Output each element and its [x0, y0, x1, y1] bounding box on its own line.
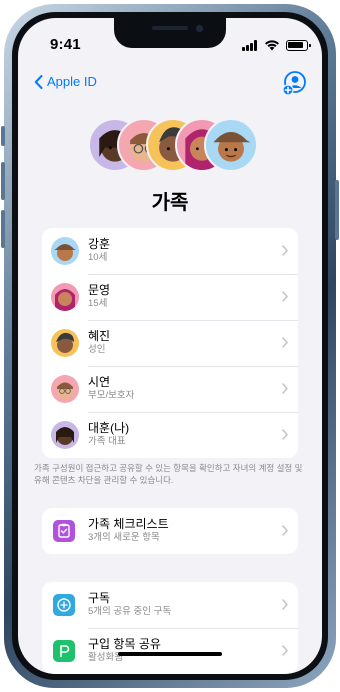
member-name: 혜진 [88, 329, 111, 343]
purchase-sharing-row[interactable]: 구입 항목 공유 활성화됨 [42, 628, 298, 674]
avatar [204, 118, 258, 172]
member-role: 성인 [88, 344, 106, 355]
member-row-hyejin[interactable]: 혜진 성인 [42, 320, 298, 366]
subscriptions-row[interactable]: 구독 5개의 공유 중인 구독 [42, 582, 298, 628]
home-indicator[interactable] [118, 652, 222, 656]
subscription-icon [53, 594, 75, 616]
back-button[interactable]: Apple ID [34, 74, 97, 89]
family-avatars [88, 118, 258, 176]
chevron-left-icon [34, 74, 43, 89]
subscriptions-title: 구독 [88, 591, 111, 605]
power-button [335, 180, 339, 240]
members-footer-note: 가족 구성원이 접근하고 공유할 수 있는 항목을 확인하고 자녀의 계정 설정… [34, 463, 303, 485]
family-checklist-section: 가족 체크리스트 3개의 새로운 항목 [42, 508, 298, 554]
chevron-right-icon [282, 525, 288, 536]
add-family-member-icon[interactable] [282, 70, 308, 96]
notch [114, 18, 226, 48]
navigation-bar: Apple ID [18, 70, 322, 100]
avatar [51, 237, 79, 265]
screen: 9:41 Apple ID 가족 강훈 10세 문영 15세 혜진 성인 시연 … [18, 18, 322, 674]
status-time: 9:41 [50, 36, 81, 53]
chevron-right-icon [282, 383, 288, 394]
chevron-right-icon [282, 599, 288, 610]
checklist-subtitle: 3개의 새로운 항목 [88, 532, 160, 543]
chevron-right-icon [282, 645, 288, 656]
member-role: 부모/보호자 [88, 390, 135, 401]
avatar [51, 375, 79, 403]
member-row-kanghun[interactable]: 강훈 10세 [42, 228, 298, 274]
member-row-daehun[interactable]: 대훈(나) 가족 대표 [42, 412, 298, 458]
purchase-sharing-title: 구입 항목 공유 [88, 637, 161, 651]
member-name: 대훈(나) [88, 421, 130, 435]
chevron-right-icon [282, 429, 288, 440]
family-checklist-row[interactable]: 가족 체크리스트 3개의 새로운 항목 [42, 508, 298, 554]
family-members-list: 강훈 10세 문영 15세 혜진 성인 시연 부모/보호자 대훈(나) 가족 대… [42, 228, 298, 458]
avatar [51, 329, 79, 357]
member-row-siyeon[interactable]: 시연 부모/보호자 [42, 366, 298, 412]
member-role: 가족 대표 [88, 436, 126, 447]
member-name: 문영 [88, 283, 111, 297]
battery-icon [286, 40, 311, 51]
chevron-right-icon [282, 337, 288, 348]
checklist-icon [53, 520, 75, 542]
member-row-moonyoung[interactable]: 문영 15세 [42, 274, 298, 320]
volume-up-button [1, 162, 5, 200]
back-button-label: Apple ID [47, 74, 97, 89]
mute-switch [1, 126, 5, 146]
page-title: 가족 [151, 192, 189, 214]
avatar [51, 283, 79, 311]
chevron-right-icon [282, 291, 288, 302]
volume-down-button [1, 210, 5, 248]
avatar [51, 421, 79, 449]
sharing-section: 구독 5개의 공유 중인 구독 구입 항목 공유 활성화됨 [42, 582, 298, 674]
member-name: 강훈 [88, 237, 111, 251]
checklist-title: 가족 체크리스트 [88, 517, 169, 531]
subscriptions-subtitle: 5개의 공유 중인 구독 [88, 606, 172, 617]
member-name: 시연 [88, 375, 111, 389]
chevron-right-icon [282, 245, 288, 256]
cellular-signal-icon [242, 40, 260, 51]
purchase-sharing-icon [53, 640, 75, 662]
wifi-icon [265, 40, 279, 51]
member-role: 10세 [88, 252, 108, 263]
member-role: 15세 [88, 298, 108, 309]
